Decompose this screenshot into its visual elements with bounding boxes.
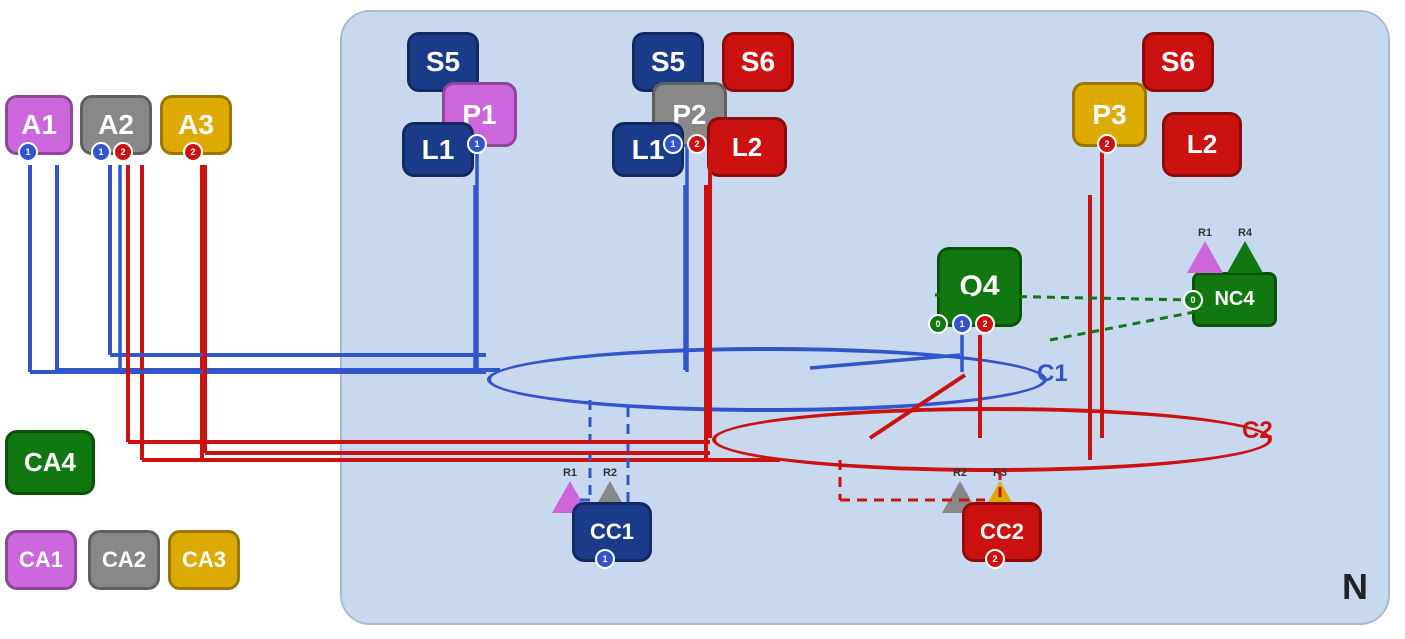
node-CC2[interactable]: CC2 2 <box>962 502 1042 562</box>
node-L1a[interactable]: L1 <box>402 122 474 177</box>
port-NC4-0[interactable]: 0 <box>1183 290 1203 310</box>
node-CA1-label: CA1 <box>19 547 63 573</box>
triangle-R4-nc4: R4 <box>1227 227 1263 273</box>
node-CC2-label: CC2 <box>980 519 1024 545</box>
node-S6b-label: S6 <box>1161 46 1195 78</box>
port-O4-0[interactable]: 0 <box>928 314 948 334</box>
node-CA1[interactable]: CA1 <box>5 530 77 590</box>
port-P2-1[interactable]: 1 <box>663 134 683 154</box>
port-P3-2[interactable]: 2 <box>1097 134 1117 154</box>
node-CA2[interactable]: CA2 <box>88 530 160 590</box>
node-L2b[interactable]: L2 <box>1162 112 1242 177</box>
node-P3-label: P3 <box>1092 99 1126 131</box>
port-O4-2[interactable]: 2 <box>975 314 995 334</box>
node-A2-label: A2 <box>98 109 134 141</box>
ellipse-C1[interactable] <box>487 347 1047 412</box>
node-O4[interactable]: O4 0 1 2 <box>937 247 1022 327</box>
node-CC1-label: CC1 <box>590 519 634 545</box>
node-A2[interactable]: A2 1 2 <box>80 95 152 155</box>
port-CC1-1[interactable]: 1 <box>595 549 615 569</box>
node-CA3-label: CA3 <box>182 547 226 573</box>
node-S5b-label: S5 <box>651 46 685 78</box>
main-network-container: S5 P1 1 L1 S5 S6 P2 1 2 L1 L2 S6 P3 2 L2… <box>340 10 1390 625</box>
port-O4-1[interactable]: 1 <box>952 314 972 334</box>
node-A1-label: A1 <box>21 109 57 141</box>
port-P2-2[interactable]: 2 <box>687 134 707 154</box>
node-CC1[interactable]: CC1 1 <box>572 502 652 562</box>
node-L1b-label: L1 <box>632 134 665 166</box>
node-L2a-label: L2 <box>732 132 762 163</box>
node-NC4-label: NC4 <box>1214 288 1254 311</box>
node-S6a[interactable]: S6 <box>722 32 794 92</box>
node-L2b-label: L2 <box>1187 129 1217 160</box>
port-A1-1[interactable]: 1 <box>18 142 38 162</box>
node-P3[interactable]: P3 2 <box>1072 82 1147 147</box>
node-S5a-label: S5 <box>426 46 460 78</box>
port-P1-1[interactable]: 1 <box>467 134 487 154</box>
node-A3-label: A3 <box>178 109 214 141</box>
node-S6b[interactable]: S6 <box>1142 32 1214 92</box>
triangles-R1-R4: R1 R4 <box>1187 227 1263 273</box>
ellipse-C2[interactable] <box>712 407 1272 472</box>
node-L1a-label: L1 <box>422 134 455 166</box>
node-A1[interactable]: A1 1 <box>5 95 73 155</box>
node-CA4[interactable]: CA4 <box>5 430 95 495</box>
label-C1: C1 <box>1037 360 1068 388</box>
port-A3-2[interactable]: 2 <box>183 142 203 162</box>
port-A2-1[interactable]: 1 <box>91 142 111 162</box>
triangle-R1-nc4: R1 <box>1187 227 1223 273</box>
node-CA4-label: CA4 <box>24 447 76 478</box>
node-CA2-label: CA2 <box>102 547 146 573</box>
label-N: N <box>1342 566 1368 608</box>
node-O4-label: O4 <box>959 270 999 304</box>
port-CC2-2[interactable]: 2 <box>985 549 1005 569</box>
node-A3[interactable]: A3 2 <box>160 95 232 155</box>
node-S6a-label: S6 <box>741 46 775 78</box>
label-C2: C2 <box>1242 417 1273 445</box>
node-L2a[interactable]: L2 <box>707 117 787 177</box>
port-A2-2[interactable]: 2 <box>113 142 133 162</box>
node-NC4[interactable]: NC4 0 <box>1192 272 1277 327</box>
node-CA3[interactable]: CA3 <box>168 530 240 590</box>
